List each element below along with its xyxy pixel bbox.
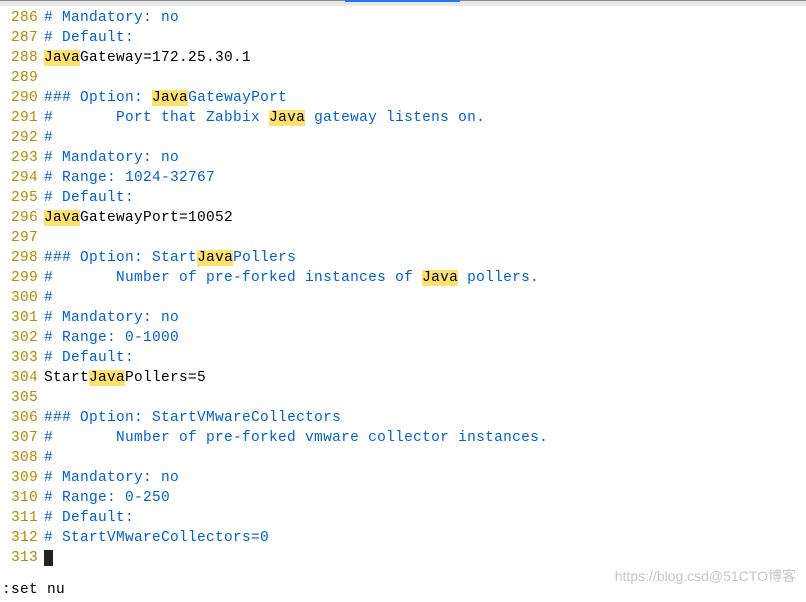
- code-line[interactable]: 306### Option: StartVMwareCollectors: [0, 408, 806, 428]
- line-number: 310: [0, 488, 44, 508]
- code-line[interactable]: 309# Mandatory: no: [0, 468, 806, 488]
- code-line[interactable]: 286# Mandatory: no: [0, 8, 806, 28]
- code-line[interactable]: 296JavaGatewayPort=10052: [0, 208, 806, 228]
- code-line[interactable]: 298### Option: StartJavaPollers: [0, 248, 806, 268]
- line-number: 288: [0, 48, 44, 68]
- line-number: 301: [0, 308, 44, 328]
- line-number: 303: [0, 348, 44, 368]
- text-cursor: [44, 550, 53, 566]
- line-number: 299: [0, 268, 44, 288]
- watermark-text: https://blog.csd@51CTO博客: [615, 566, 796, 586]
- code-content[interactable]: [44, 388, 806, 408]
- code-content[interactable]: ### Option: StartVMwareCollectors: [44, 408, 806, 428]
- code-line[interactable]: 293# Mandatory: no: [0, 148, 806, 168]
- code-line[interactable]: 297: [0, 228, 806, 248]
- line-number: 311: [0, 508, 44, 528]
- line-number: 297: [0, 228, 44, 248]
- line-number: 296: [0, 208, 44, 228]
- code-content[interactable]: ### Option: StartJavaPollers: [44, 248, 806, 268]
- line-number: 295: [0, 188, 44, 208]
- code-line[interactable]: 287# Default:: [0, 28, 806, 48]
- code-line[interactable]: 307# Number of pre-forked vmware collect…: [0, 428, 806, 448]
- code-line[interactable]: 295# Default:: [0, 188, 806, 208]
- code-content[interactable]: # Mandatory: no: [44, 468, 806, 488]
- code-editor[interactable]: 286# Mandatory: no287# Default:288JavaGa…: [0, 6, 806, 568]
- line-number: 313: [0, 548, 44, 568]
- code-line[interactable]: 294# Range: 1024-32767: [0, 168, 806, 188]
- search-highlight: Java: [44, 210, 80, 226]
- code-content[interactable]: #: [44, 448, 806, 468]
- line-number: 287: [0, 28, 44, 48]
- code-content[interactable]: # Range: 0-250: [44, 488, 806, 508]
- code-line[interactable]: 312# StartVMwareCollectors=0: [0, 528, 806, 548]
- code-content[interactable]: JavaGatewayPort=10052: [44, 208, 806, 228]
- code-line[interactable]: 304StartJavaPollers=5: [0, 368, 806, 388]
- line-number: 306: [0, 408, 44, 428]
- line-number: 312: [0, 528, 44, 548]
- line-number: 298: [0, 248, 44, 268]
- code-content[interactable]: # Range: 1024-32767: [44, 168, 806, 188]
- code-content[interactable]: [44, 228, 806, 248]
- editor-tab-bar: [0, 0, 806, 6]
- code-content[interactable]: # Port that Zabbix Java gateway listens …: [44, 108, 806, 128]
- code-line[interactable]: 303# Default:: [0, 348, 806, 368]
- code-content[interactable]: #: [44, 128, 806, 148]
- code-content[interactable]: # Mandatory: no: [44, 308, 806, 328]
- line-number: 302: [0, 328, 44, 348]
- line-number: 304: [0, 368, 44, 388]
- code-content[interactable]: [44, 68, 806, 88]
- code-content[interactable]: # Mandatory: no: [44, 148, 806, 168]
- line-number: 286: [0, 8, 44, 28]
- code-content[interactable]: # StartVMwareCollectors=0: [44, 528, 806, 548]
- code-line[interactable]: 289: [0, 68, 806, 88]
- line-number: 305: [0, 388, 44, 408]
- code-line[interactable]: 291# Port that Zabbix Java gateway liste…: [0, 108, 806, 128]
- code-content[interactable]: # Range: 0-1000: [44, 328, 806, 348]
- code-line[interactable]: 311# Default:: [0, 508, 806, 528]
- code-content[interactable]: # Mandatory: no: [44, 8, 806, 28]
- line-number: 309: [0, 468, 44, 488]
- search-highlight: Java: [197, 250, 233, 266]
- line-number: 290: [0, 88, 44, 108]
- search-highlight: Java: [152, 90, 188, 106]
- code-line[interactable]: 310# Range: 0-250: [0, 488, 806, 508]
- code-content[interactable]: # Default:: [44, 28, 806, 48]
- line-number: 307: [0, 428, 44, 448]
- code-line[interactable]: 308#: [0, 448, 806, 468]
- code-content[interactable]: # Number of pre-forked instances of Java…: [44, 268, 806, 288]
- search-highlight: Java: [89, 370, 125, 386]
- line-number: 289: [0, 68, 44, 88]
- search-highlight: Java: [422, 270, 458, 286]
- code-content[interactable]: # Default:: [44, 188, 806, 208]
- code-line[interactable]: 300#: [0, 288, 806, 308]
- code-content[interactable]: # Number of pre-forked vmware collector …: [44, 428, 806, 448]
- code-line[interactable]: 288JavaGateway=172.25.30.1: [0, 48, 806, 68]
- code-line[interactable]: 301# Mandatory: no: [0, 308, 806, 328]
- code-line[interactable]: 313: [0, 548, 806, 568]
- search-highlight: Java: [269, 110, 305, 126]
- line-number: 294: [0, 168, 44, 188]
- vim-command-line[interactable]: :set nu: [2, 582, 65, 598]
- line-number: 308: [0, 448, 44, 468]
- code-content[interactable]: # Default:: [44, 348, 806, 368]
- code-line[interactable]: 290### Option: JavaGatewayPort: [0, 88, 806, 108]
- code-line[interactable]: 302# Range: 0-1000: [0, 328, 806, 348]
- code-content[interactable]: # Default:: [44, 508, 806, 528]
- code-content[interactable]: StartJavaPollers=5: [44, 368, 806, 388]
- code-line[interactable]: 305: [0, 388, 806, 408]
- line-number: 291: [0, 108, 44, 128]
- code-content[interactable]: [44, 548, 806, 568]
- code-line[interactable]: 292#: [0, 128, 806, 148]
- line-number: 300: [0, 288, 44, 308]
- code-content[interactable]: ### Option: JavaGatewayPort: [44, 88, 806, 108]
- code-line[interactable]: 299# Number of pre-forked instances of J…: [0, 268, 806, 288]
- search-highlight: Java: [44, 50, 80, 66]
- code-content[interactable]: JavaGateway=172.25.30.1: [44, 48, 806, 68]
- line-number: 292: [0, 128, 44, 148]
- line-number: 293: [0, 148, 44, 168]
- code-content[interactable]: #: [44, 288, 806, 308]
